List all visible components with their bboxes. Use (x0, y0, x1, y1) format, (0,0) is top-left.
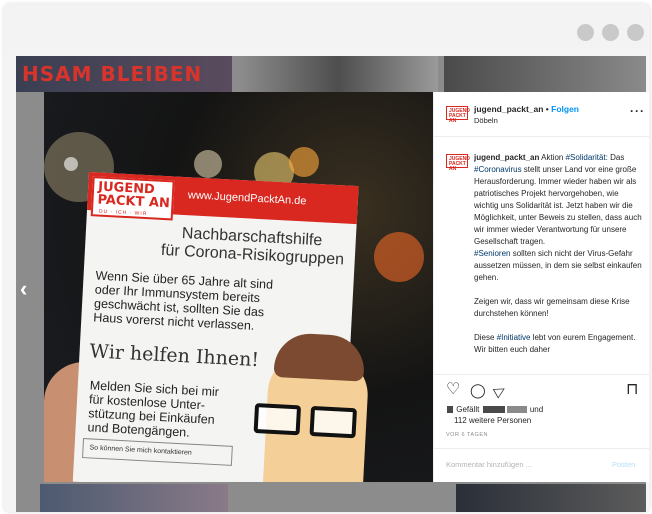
flyer: JUGEND PACKT AN DU · ICH · WIR www.Jugen… (72, 172, 370, 482)
caption-text: : Das (605, 153, 625, 162)
post-timestamp: VOR 6 TAGEN (446, 432, 488, 438)
window-control-dot[interactable] (602, 24, 619, 41)
caption-text: stellt unser Land vor eine große Herausf… (474, 165, 642, 246)
feed-tile[interactable]: HSAM BLEIBEN (16, 56, 232, 92)
likes-summary[interactable]: Gefällt und 112 weitere Personen (446, 404, 543, 426)
feed-tile[interactable] (444, 56, 646, 92)
username-link[interactable]: jugend_packt_an (474, 104, 543, 114)
redacted-name (506, 406, 527, 414)
flyer-slogan: Wir helfen Ihnen! (89, 340, 260, 372)
caption-text: Aktion (539, 153, 566, 162)
comment-icon[interactable]: ◯ (470, 382, 486, 398)
logo-subline: DU · ICH · WIR (98, 208, 148, 218)
bokeh-light (374, 232, 424, 282)
feed-tile[interactable] (456, 484, 646, 512)
post-header-user: jugend_packt_an • Folgen (474, 104, 579, 114)
feed-tile[interactable] (40, 484, 228, 512)
hashtag-link[interactable]: #Coronavirus (474, 165, 522, 174)
location-link[interactable]: Döbeln (474, 116, 498, 125)
share-icon[interactable]: ▷ (491, 380, 508, 399)
hashtag-link[interactable]: #Initiative (497, 333, 531, 342)
likes-and: und (529, 405, 544, 414)
avatar[interactable]: JUGEND PACKT AN (446, 154, 470, 172)
divider (434, 374, 649, 375)
comment-input[interactable]: Kommentar hinzufügen ... (446, 460, 532, 469)
flyer-logo: JUGEND PACKT AN DU · ICH · WIR (90, 176, 175, 221)
bokeh-light (289, 147, 319, 177)
bokeh-light (64, 157, 78, 171)
window-control-dot[interactable] (627, 24, 644, 41)
browser-window: HSAM BLEIBEN ‹ JUGEND PACKT AN DU · ICH … (4, 4, 650, 512)
feed-tile[interactable] (238, 56, 438, 92)
hashtag-link[interactable]: #Solidarität (566, 153, 606, 162)
likes-prefix: Gefällt (456, 405, 480, 414)
divider (434, 136, 649, 137)
caption-username[interactable]: jugend_packt_an (474, 153, 539, 162)
more-options-icon[interactable]: ··· (630, 104, 645, 118)
previous-post-icon[interactable]: ‹ (20, 276, 27, 302)
logo-text: JUGEND PACKT AN (97, 180, 171, 212)
window-control-dot[interactable] (577, 24, 594, 41)
glasses-icon (253, 403, 365, 439)
liker-avatar (447, 406, 453, 414)
post-actions: ♡ ◯ ▷ ⊓ (446, 380, 646, 400)
separator: • (543, 104, 552, 114)
flyer-contact-box: So können Sie mich kontaktieren (82, 438, 233, 466)
caption-text: Diese (474, 333, 497, 342)
avatar-text: JUGEND PACKT AN (449, 156, 470, 172)
post-comment-button[interactable]: Posten (612, 460, 635, 469)
follow-button[interactable]: Folgen (551, 104, 579, 114)
divider (434, 448, 649, 449)
hashtag-link[interactable]: #Senioren (474, 249, 510, 258)
save-icon[interactable]: ⊓ (626, 382, 638, 398)
logo-line: PACKT AN (97, 192, 171, 212)
title-bar (4, 4, 650, 54)
post-image[interactable]: JUGEND PACKT AN DU · ICH · WIR www.Jugen… (44, 92, 433, 482)
caption-paragraph: Zeigen wir, dass wir gemeinsam diese Kri… (474, 297, 630, 318)
redacted-name (482, 406, 505, 414)
avatar-text: JUGEND PACKT AN (449, 108, 470, 124)
avatar[interactable]: JUGEND PACKT AN (446, 106, 470, 124)
banner-text: HSAM BLEIBEN (22, 62, 203, 86)
post-caption: jugend_packt_an Aktion #Solidarität: Das… (474, 152, 644, 390)
bokeh-light (194, 150, 222, 178)
like-icon[interactable]: ♡ (446, 382, 460, 398)
likes-others-link[interactable]: 112 weitere Personen (454, 416, 531, 425)
post-side-panel: JUGEND PACKT AN jugend_packt_an • Folgen… (433, 92, 649, 482)
illustrated-hair (273, 331, 366, 382)
